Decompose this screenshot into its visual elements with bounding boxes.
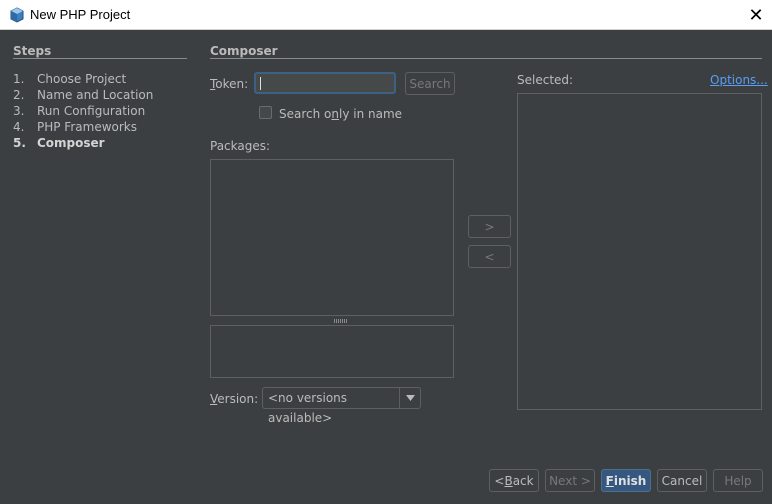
token-input[interactable] <box>254 72 396 94</box>
chevron-down-icon[interactable] <box>399 388 420 408</box>
steps-heading: Steps <box>13 44 52 58</box>
selected-label: Selected: <box>517 73 574 87</box>
options-link[interactable]: Options... <box>710 73 768 87</box>
section-heading: Composer <box>210 44 278 58</box>
step-item: 1. Choose Project <box>13 72 127 86</box>
package-details-area[interactable] <box>210 325 454 378</box>
help-button[interactable]: Help <box>713 469 763 492</box>
version-label: Version: <box>210 392 259 406</box>
close-icon[interactable]: ✕ <box>740 0 772 30</box>
section-divider <box>210 58 762 59</box>
remove-package-button[interactable]: < <box>468 245 511 268</box>
step-item: 4. PHP Frameworks <box>13 120 137 134</box>
title-bar: New PHP Project ✕ <box>0 0 772 30</box>
search-button[interactable]: Search <box>405 72 455 95</box>
version-select-value: <no versions available> <box>268 391 348 425</box>
token-label: Token: <box>210 77 249 91</box>
back-button[interactable]: < Back <box>489 469 539 492</box>
netbeans-cube-icon <box>10 7 24 23</box>
splitter-handle[interactable] <box>334 319 348 323</box>
cancel-button[interactable]: Cancel <box>657 469 707 492</box>
selected-packages-list[interactable] <box>517 93 762 410</box>
text-caret <box>260 77 261 90</box>
packages-list[interactable] <box>210 159 454 316</box>
next-button[interactable]: Next > <box>545 469 595 492</box>
steps-divider <box>13 58 187 59</box>
window-title: New PHP Project <box>30 7 131 22</box>
step-item-current: 5. Composer <box>13 136 105 150</box>
search-only-in-name-checkbox[interactable] <box>259 106 272 119</box>
step-item: 2. Name and Location <box>13 88 154 102</box>
search-only-in-name-label: Search only in name <box>279 107 403 121</box>
finish-button[interactable]: Finish <box>601 469 651 492</box>
steps-list: 1. Choose Project 2. Name and Location 3. R… <box>13 71 153 151</box>
packages-label: Packages: <box>210 139 271 153</box>
add-package-button[interactable]: > <box>468 215 511 238</box>
version-select[interactable]: <no versions available> <box>262 387 421 425</box>
step-item: 3. Run Configuration <box>13 104 146 118</box>
